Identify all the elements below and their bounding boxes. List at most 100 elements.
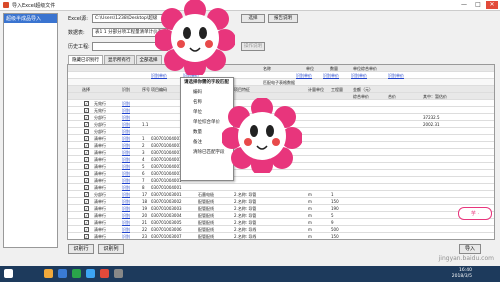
table-row[interactable]: ✓ 分部行 识别 17 030701003001 石墨电极 2.名称: 导管 m 1: [68, 191, 494, 198]
row-checkbox[interactable]: ✓: [84, 143, 89, 148]
grid-top-header: 名称 单位 数量 单位综合单价: [68, 65, 494, 72]
table-row[interactable]: ✓ 清单行 识别 18 030701003002 配管配线 2.名称: 导管 m 150: [68, 198, 494, 205]
row-type: 清单行: [94, 185, 106, 190]
row-recognize-link[interactable]: 识别: [122, 100, 130, 107]
row-recognize-link[interactable]: 识别: [122, 219, 130, 226]
close-button[interactable]: ✕: [486, 1, 498, 9]
row-checkbox[interactable]: ✓: [84, 122, 89, 127]
table-row[interactable]: ✓ 清单行 识别 22 030701003006 配管配线 2.名称: 导线 m 500: [68, 226, 494, 233]
row-checkbox[interactable]: ✓: [84, 129, 89, 134]
row-checkbox[interactable]: ✓: [84, 227, 89, 232]
history-label: 历史工程:: [68, 44, 90, 50]
table-row[interactable]: ✓ 清单行 识别 23 030701003007 配管配线 2.名称: 导线 m 150: [68, 233, 494, 239]
row-checkbox[interactable]: ✓: [84, 164, 89, 169]
row-checkbox[interactable]: ✓: [84, 192, 89, 197]
wechat-icon[interactable]: [72, 269, 81, 278]
report-button[interactable]: 报告说明: [268, 14, 298, 23]
watermark: jingyan.baidu.com: [438, 255, 494, 262]
table-row[interactable]: ✓ 清单行 识别 19 030701003003 配管配线 2.名称: 导管 m 190: [68, 205, 494, 212]
maximize-button[interactable]: □: [472, 1, 484, 9]
row-checkbox[interactable]: ✓: [84, 115, 89, 120]
row-recognize-link[interactable]: 识别: [122, 191, 130, 198]
row-checkbox[interactable]: ✓: [84, 234, 89, 239]
row-checkbox[interactable]: ✓: [84, 199, 89, 204]
select-button[interactable]: 选择: [241, 14, 265, 23]
recognize-link[interactable]: 识别单价: [323, 72, 339, 79]
row-type: 清单行: [94, 199, 106, 204]
col-quantity: 工程量: [331, 87, 343, 92]
row-recognize-link[interactable]: 识别: [122, 198, 130, 205]
row-recognize-link[interactable]: 识别: [122, 128, 130, 135]
row-checkbox[interactable]: ✓: [84, 157, 89, 162]
row-type: 清单行: [94, 143, 106, 148]
row-recognize-link[interactable]: 识别: [122, 177, 130, 184]
row-recognize-link[interactable]: 识别: [122, 149, 130, 156]
table-row[interactable]: ✓ 清单行 识别 8 030701004001: [68, 184, 494, 191]
col-select: 选择: [82, 87, 90, 92]
minimize-button[interactable]: —: [458, 1, 470, 9]
row-seq: 19: [142, 206, 148, 211]
row-recognize-link[interactable]: 识别: [122, 163, 130, 170]
recognize-link[interactable]: 识别单价: [388, 72, 404, 79]
header-unit-price: 单位综合单价: [353, 66, 377, 71]
recognize-rows-button[interactable]: 识别行: [68, 244, 94, 254]
flower-sticker-icon: [155, 0, 235, 75]
table-row[interactable]: ✓ 清单行 识别 20 030701003004 配管配线 2.名称: 导管 m 5: [68, 212, 494, 219]
sticker-badge: 芋 ·: [458, 207, 492, 220]
qq-icon[interactable]: [86, 269, 95, 278]
row-recognize-link[interactable]: 识别: [122, 170, 130, 177]
app-icon[interactable]: [100, 269, 109, 278]
row-recognize-link[interactable]: 识别: [122, 142, 130, 149]
table-row[interactable]: ✓ 清单行 识别 7 030701004001: [68, 177, 494, 184]
row-checkbox[interactable]: ✓: [84, 136, 89, 141]
row-name: 配管配线: [198, 213, 214, 218]
menu-item-code[interactable]: 编码: [181, 88, 233, 98]
table-row[interactable]: ✓ 清单行 识别 21 030701003005 配管配线 2.名称: 导管 m 9: [68, 219, 494, 226]
row-checkbox[interactable]: ✓: [84, 101, 89, 106]
row-recognize-link[interactable]: 识别: [122, 156, 130, 163]
tab-show-all[interactable]: 显示所有行: [104, 55, 135, 64]
window-title: 导入Excel超级文件: [12, 2, 56, 9]
app-icon[interactable]: [114, 269, 123, 278]
row-checkbox[interactable]: ✓: [84, 108, 89, 113]
row-checkbox[interactable]: ✓: [84, 206, 89, 211]
row-recognize-link[interactable]: 识别: [122, 107, 130, 114]
row-code: 030701003003: [151, 206, 182, 211]
row-checkbox[interactable]: ✓: [84, 220, 89, 225]
recognize-link[interactable]: 识别单价: [351, 72, 367, 79]
row-fullname: 2.名称: 导管: [234, 192, 257, 197]
col-feature: 项目特征: [234, 87, 250, 92]
import-button[interactable]: 导入: [459, 244, 481, 254]
date: 2018/3/5: [451, 274, 472, 279]
row-checkbox[interactable]: ✓: [84, 171, 89, 176]
row-seq: 7: [142, 178, 145, 183]
row-recognize-link[interactable]: 识别: [122, 233, 130, 239]
row-recognize-link[interactable]: 识别: [122, 135, 130, 142]
row-seq: 1.1: [142, 122, 149, 127]
row-unit: m: [308, 199, 312, 204]
row-seq: 17: [142, 192, 148, 197]
row-recognize-link[interactable]: 识别: [122, 121, 130, 128]
row-recognize-link[interactable]: 识别: [122, 226, 130, 233]
row-fullname: 2.名称: 导管: [234, 213, 257, 218]
row-recognize-link[interactable]: 识别: [122, 184, 130, 191]
row-recognize-link[interactable]: 识别: [122, 212, 130, 219]
sidebar-item[interactable]: 超级半成品导入: [4, 14, 57, 23]
row-checkbox[interactable]: ✓: [84, 185, 89, 190]
explorer-icon[interactable]: [44, 269, 53, 278]
row-recognize-link[interactable]: 识别: [122, 205, 130, 212]
row-checkbox[interactable]: ✓: [84, 178, 89, 183]
ops-button[interactable]: 操作说明: [241, 42, 265, 51]
row-checkbox[interactable]: ✓: [84, 150, 89, 155]
row-qty: 190: [331, 206, 339, 211]
tab-hide-recognized[interactable]: 隐藏已识别行: [68, 55, 103, 64]
row-recognize-link[interactable]: 识别: [122, 114, 130, 121]
recognize-link[interactable]: 识别单价: [296, 72, 312, 79]
row-name: 配管配线: [198, 220, 214, 225]
clock[interactable]: 16:40 2018/3/5: [452, 268, 472, 280]
browser-icon[interactable]: [58, 269, 67, 278]
row-seq: 2: [142, 143, 145, 148]
start-icon[interactable]: [4, 269, 13, 278]
recognize-cols-button[interactable]: 识别列: [98, 244, 124, 254]
row-checkbox[interactable]: ✓: [84, 213, 89, 218]
